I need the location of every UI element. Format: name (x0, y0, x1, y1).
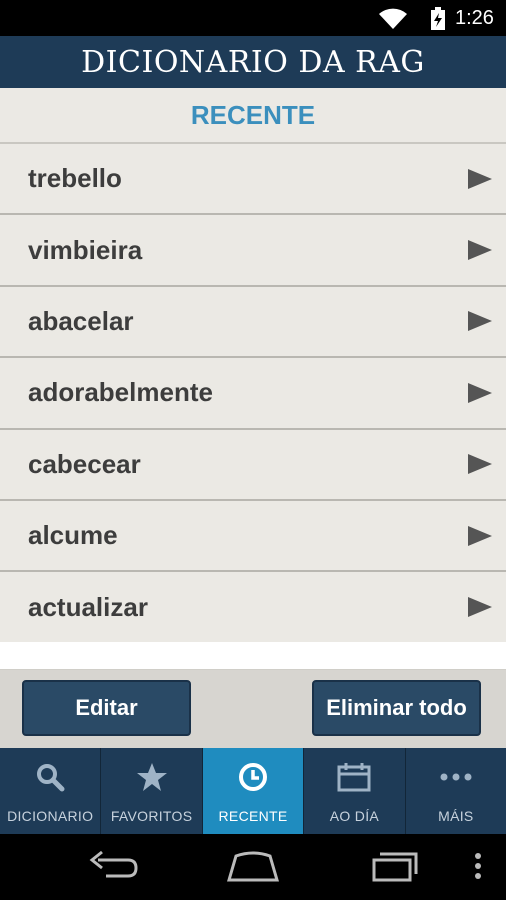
section-header: RECENTE (0, 88, 506, 144)
recent-apps-icon[interactable] (370, 850, 420, 884)
app-title: DICIONARIO DA RAG (81, 44, 425, 80)
home-icon[interactable] (226, 850, 280, 884)
recent-word-list: trebello vimbieira abacelar adorabelment… (0, 144, 506, 644)
word-label: vimbieira (28, 234, 143, 265)
edit-button[interactable]: Editar (22, 680, 191, 736)
list-item[interactable]: abacelar (0, 286, 506, 359)
word-label: cabecear (28, 448, 141, 479)
word-label: abacelar (28, 305, 134, 336)
overflow-menu-icon[interactable] (472, 850, 484, 884)
more-icon (440, 773, 472, 781)
tab-label: RECENTE (218, 808, 288, 824)
word-label: trebello (28, 163, 122, 194)
search-icon (37, 764, 65, 792)
delete-all-button[interactable]: Eliminar todo (312, 680, 481, 736)
chevron-right-icon (468, 525, 492, 546)
word-label: actualizar (28, 591, 148, 622)
tab-label: DICIONARIO (7, 808, 94, 824)
list-item[interactable]: cabecear (0, 429, 506, 501)
battery-charging-icon (431, 7, 445, 30)
chevron-right-icon (468, 382, 492, 403)
section-title: RECENTE (190, 99, 316, 130)
list-footer-spacer (0, 642, 506, 670)
tab-label: MÁIS (438, 808, 474, 824)
list-item[interactable]: actualizar (0, 572, 506, 644)
clock-icon (239, 763, 268, 791)
chevron-right-icon (468, 311, 492, 332)
star-icon (136, 763, 167, 791)
word-label: adorabelmente (28, 377, 213, 408)
list-item[interactable]: vimbieira (0, 215, 506, 287)
tab-label: AO DÍA (329, 808, 380, 824)
status-bar: 1:26 (0, 0, 506, 36)
list-item[interactable]: alcume (0, 500, 506, 573)
tab-recente[interactable]: RECENTE (202, 748, 305, 834)
tab-mais[interactable]: MÁIS (406, 748, 506, 834)
app-header: DICIONARIO DA RAG (0, 36, 506, 88)
chevron-right-icon (468, 454, 492, 475)
back-icon[interactable] (88, 850, 138, 884)
list-item[interactable]: trebello (0, 144, 506, 216)
tab-label: FAVORITOS (110, 808, 193, 824)
status-time: 1:26 (455, 7, 494, 29)
app-root: 1:26 DICIONARIO DA RAG RECENTE trebello … (0, 0, 506, 900)
tab-dicionario[interactable]: DICIONARIO (0, 748, 102, 834)
chevron-right-icon (468, 597, 492, 618)
word-label: alcume (28, 520, 118, 551)
action-bar: Editar Eliminar todo (0, 670, 506, 748)
tab-ao-dia[interactable]: AO DÍA (304, 748, 406, 834)
chevron-right-icon (468, 168, 492, 189)
calendar-icon (337, 763, 371, 792)
tab-favoritos[interactable]: FAVORITOS (101, 748, 203, 834)
chevron-right-icon (468, 240, 492, 261)
bottom-tab-bar: DICIONARIO FAVORITOS RECENTE AO DÍA MÁIS (0, 748, 506, 834)
system-nav-bar (0, 834, 506, 900)
wifi-icon (379, 8, 407, 29)
list-item[interactable]: adorabelmente (0, 358, 506, 430)
